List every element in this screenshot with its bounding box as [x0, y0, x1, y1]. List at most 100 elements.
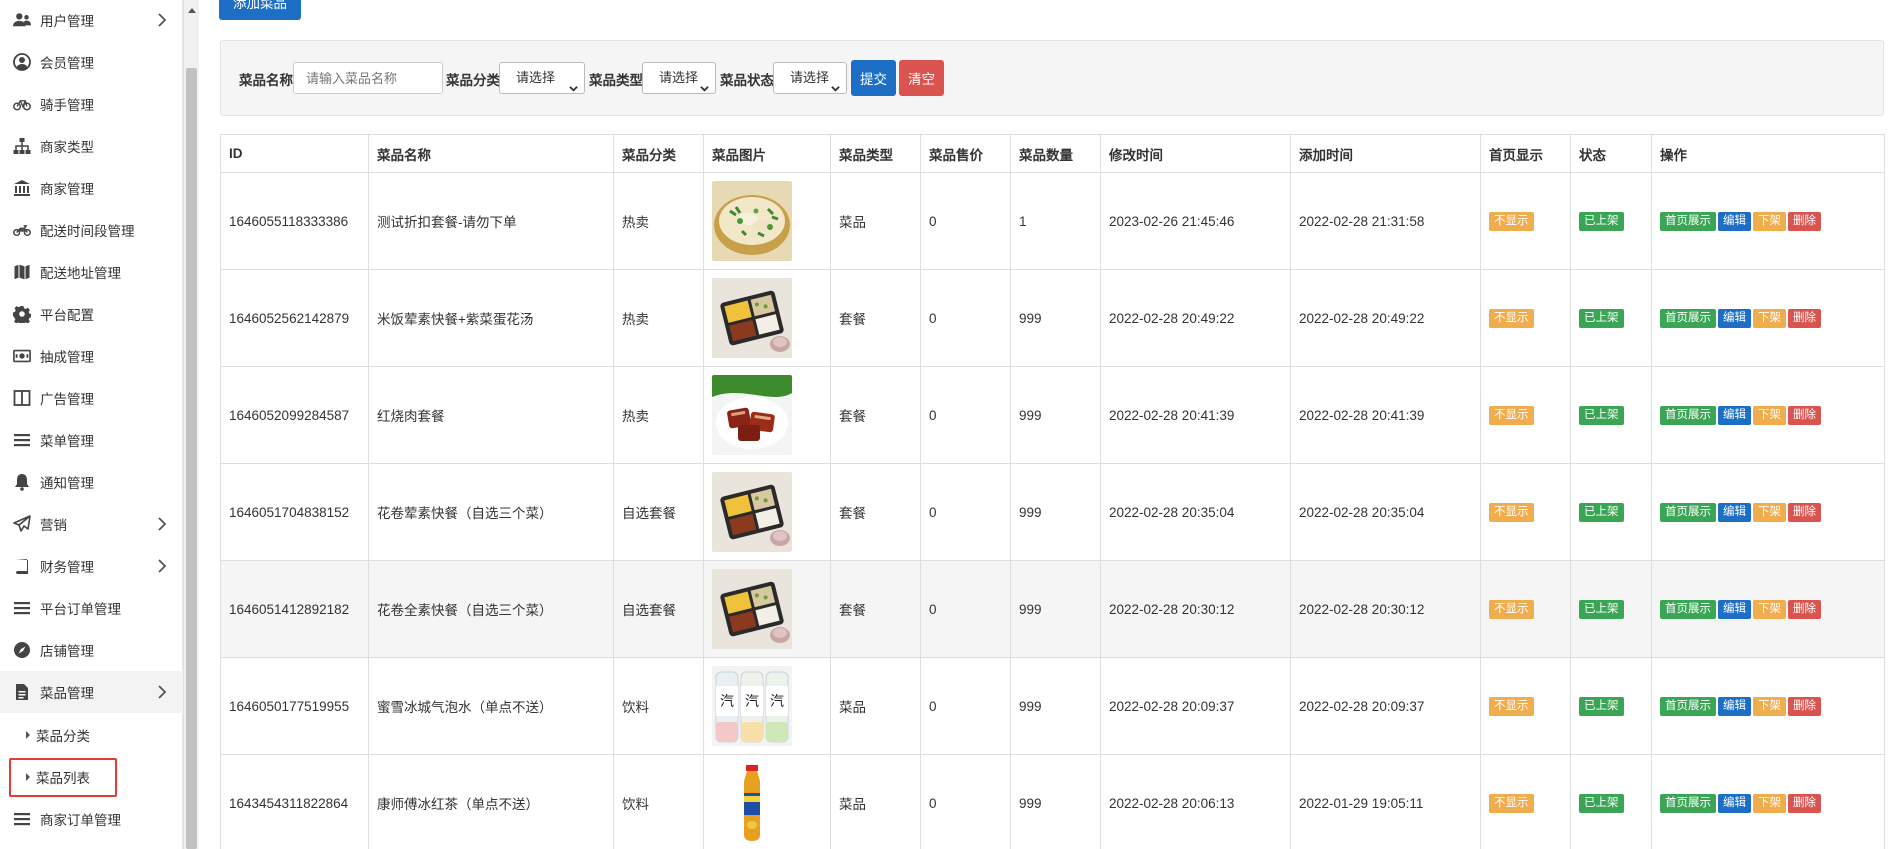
clear-button[interactable]: 清空 — [899, 60, 944, 96]
sidebar-item-16[interactable]: 店铺管理 — [0, 629, 183, 671]
table-row: 1646051704838152 花卷荤素快餐（自选三个菜） 自选套餐 套餐 0 999 2… — [220, 463, 1885, 561]
cell-status: 已上架 — [1570, 366, 1652, 464]
dish-image[interactable] — [712, 181, 792, 261]
dish-category-select[interactable]: 请选择 — [499, 62, 585, 94]
dish-image[interactable] — [712, 472, 792, 552]
add-dish-button[interactable]: 添加菜品 — [219, 0, 301, 20]
cell-name: 红烧肉套餐 — [368, 366, 614, 464]
dish-image[interactable] — [712, 763, 792, 843]
column-header: 状态 — [1570, 134, 1652, 173]
sidebar-item-11[interactable]: 菜单管理 — [0, 419, 183, 461]
delete-button[interactable]: 删除 — [1788, 211, 1821, 231]
home-show-button[interactable]: 首页展示 — [1660, 599, 1716, 619]
sidebar-item-15[interactable]: 平台订单管理 — [0, 587, 183, 629]
chevron-right-icon — [156, 558, 168, 574]
edit-button[interactable]: 编辑 — [1718, 696, 1751, 716]
cell-category: 自选套餐 — [613, 463, 704, 561]
home-display-badge: 不显示 — [1489, 211, 1534, 231]
dish-image[interactable]: 汽汽汽 — [712, 666, 792, 746]
main-content: 添加菜品 菜品名称: 菜品分类: 请选择 菜品类型: 请选择 菜品状态: 请选择… — [200, 0, 1894, 849]
status-badge: 已上架 — [1579, 599, 1624, 619]
bicycle-icon — [11, 95, 33, 113]
delete-button[interactable]: 删除 — [1788, 308, 1821, 328]
edit-button[interactable]: 编辑 — [1718, 502, 1751, 522]
off-shelf-button[interactable]: 下架 — [1753, 502, 1786, 522]
cell-home-display: 不显示 — [1480, 657, 1571, 755]
sidebar-item-label: 商家类型 — [40, 140, 94, 155]
column-header: 菜品图片 — [703, 134, 831, 173]
scrollbar-thumb[interactable] — [186, 68, 197, 849]
off-shelf-button[interactable]: 下架 — [1753, 308, 1786, 328]
dish-image[interactable] — [712, 278, 792, 358]
delete-button[interactable]: 删除 — [1788, 696, 1821, 716]
sidebar-subitem-1[interactable]: 菜品分类 — [0, 714, 183, 756]
cell-actions: 首页展示 编辑 下架 删除 — [1651, 560, 1885, 658]
home-show-button[interactable]: 首页展示 — [1660, 211, 1716, 231]
edit-button[interactable]: 编辑 — [1718, 211, 1751, 231]
scroll-up-arrow-icon[interactable] — [188, 8, 196, 13]
delete-button[interactable]: 删除 — [1788, 405, 1821, 425]
svg-text:汽: 汽 — [720, 694, 734, 710]
cell-type: 套餐 — [830, 366, 921, 464]
sidebar-item-5[interactable]: 商家管理 — [0, 167, 183, 209]
cell-actions: 首页展示 编辑 下架 删除 — [1651, 463, 1885, 561]
sidebar-item-1[interactable]: 用户管理 — [0, 0, 183, 41]
home-show-button[interactable]: 首页展示 — [1660, 696, 1716, 716]
sidebar-item-14[interactable]: 财务管理 — [0, 545, 183, 587]
off-shelf-button[interactable]: 下架 — [1753, 696, 1786, 716]
sidebar-item-9[interactable]: 抽成管理 — [0, 335, 183, 377]
cell-type: 套餐 — [830, 463, 921, 561]
edit-button[interactable]: 编辑 — [1718, 793, 1751, 813]
delete-button[interactable]: 删除 — [1788, 793, 1821, 813]
dish-type-select[interactable]: 请选择 — [642, 62, 716, 94]
delete-button[interactable]: 删除 — [1788, 502, 1821, 522]
cell-actions: 首页展示 编辑 下架 删除 — [1651, 366, 1885, 464]
home-show-button[interactable]: 首页展示 — [1660, 502, 1716, 522]
off-shelf-button[interactable]: 下架 — [1753, 211, 1786, 231]
sidebar-item-3[interactable]: 骑手管理 — [0, 83, 183, 125]
column-header: 菜品名称 — [368, 134, 614, 173]
book-icon — [11, 557, 33, 575]
dish-image[interactable] — [712, 375, 792, 455]
dish-status-select[interactable]: 请选择 — [773, 62, 847, 94]
sidebar-item-13[interactable]: 营销 — [0, 503, 183, 545]
dish-status-label: 菜品状态: — [720, 73, 779, 88]
sidebar-item-10[interactable]: 广告管理 — [0, 377, 183, 419]
sidebar-item-2[interactable]: 会员管理 — [0, 41, 183, 83]
home-display-badge: 不显示 — [1489, 308, 1534, 328]
off-shelf-button[interactable]: 下架 — [1753, 793, 1786, 813]
dish-image[interactable] — [712, 569, 792, 649]
sidebar-item-merchant-orders[interactable]: 商家订单管理 — [0, 798, 183, 840]
dish-name-input[interactable] — [293, 62, 443, 94]
home-show-button[interactable]: 首页展示 — [1660, 308, 1716, 328]
edit-button[interactable]: 编辑 — [1718, 308, 1751, 328]
edit-button[interactable]: 编辑 — [1718, 599, 1751, 619]
off-shelf-button[interactable]: 下架 — [1753, 599, 1786, 619]
dish-category-label: 菜品分类: — [446, 73, 505, 88]
columns-icon — [11, 389, 33, 407]
sidebar-item-6[interactable]: 配送时间段管理 — [0, 209, 183, 251]
sidebar-item-label: 配送地址管理 — [40, 266, 121, 281]
table-row: 1646052562142879 米饭荤素快餐+紫菜蛋花汤 热卖 套餐 0 999 2022… — [220, 269, 1885, 367]
sidebar-item-4[interactable]: 商家类型 — [0, 125, 183, 167]
table-header-row: ID 菜品名称 菜品分类 菜品图片 菜品类型 菜品售价 菜品数量 修改时间 添加时间 首页显示 状态… — [220, 134, 1885, 173]
dish-image-cell — [703, 754, 831, 849]
sidebar: 用户管理会员管理 骑手管理商家类型商家管理 配送时间段管理配送地址管理平台配置抽成管… — [0, 0, 183, 849]
sidebar-scrollbar[interactable] — [183, 0, 199, 849]
sidebar-item-label: 用户管理 — [40, 14, 94, 29]
off-shelf-button[interactable]: 下架 — [1753, 405, 1786, 425]
dish-image-cell — [703, 172, 831, 270]
sidebar-item-7[interactable]: 配送地址管理 — [0, 251, 183, 293]
submit-button[interactable]: 提交 — [851, 60, 896, 96]
delete-button[interactable]: 删除 — [1788, 599, 1821, 619]
dish-image-cell: 汽汽汽 — [703, 657, 831, 755]
home-show-button[interactable]: 首页展示 — [1660, 405, 1716, 425]
sidebar-item-12[interactable]: 通知管理 — [0, 461, 183, 503]
sidebar-item-8[interactable]: 平台配置 — [0, 293, 183, 335]
sidebar-item-label: 抽成管理 — [40, 350, 94, 365]
home-show-button[interactable]: 首页展示 — [1660, 793, 1716, 813]
sidebar-item-17[interactable]: 菜品管理 — [0, 671, 183, 713]
sidebar-subitem-2[interactable]: 菜品列表 — [0, 756, 183, 798]
cell-actions: 首页展示 编辑 下架 删除 — [1651, 269, 1885, 367]
edit-button[interactable]: 编辑 — [1718, 405, 1751, 425]
